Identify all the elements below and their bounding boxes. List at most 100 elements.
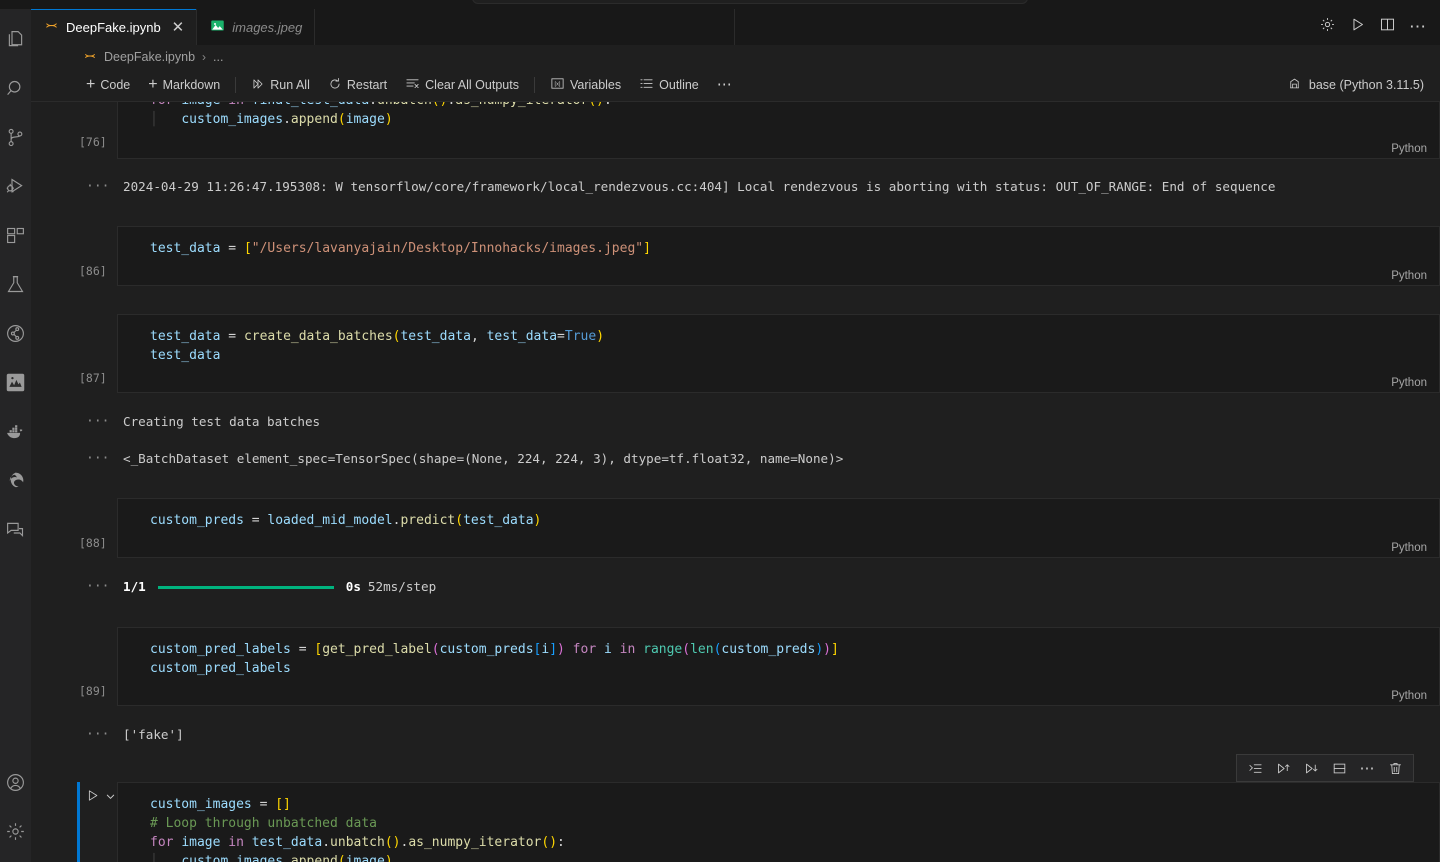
tab-label: images.jpeg — [232, 19, 303, 35]
notebook-cells-container[interactable]: for image in final_test_data.unbatch().a… — [31, 102, 1440, 862]
cell-code-editor[interactable]: test_data = create_data_batches(test_dat… — [117, 314, 1440, 393]
add-markdown-cell-button[interactable]: + Markdown — [139, 73, 229, 97]
outline-button[interactable]: Outline — [630, 73, 708, 97]
notebook-cell-81[interactable]: ⋯ custom_images = [] # Loop through unba… — [31, 754, 1440, 862]
cell-code-editor[interactable]: custom_images = [] # Loop through unbatc… — [117, 782, 1440, 862]
cell-language-label[interactable]: Python — [1391, 143, 1427, 155]
cell-language-label[interactable]: Python — [1391, 542, 1427, 554]
edge-tools-icon[interactable] — [0, 456, 31, 505]
variables-button[interactable]: [x] Variables — [541, 73, 630, 97]
jupyter-icon — [44, 18, 59, 36]
toolbar-divider — [533, 77, 535, 93]
run-above-icon[interactable] — [1269, 755, 1297, 781]
breadcrumb: DeepFake.ipynb › ... — [31, 45, 1440, 69]
image-file-icon — [210, 18, 225, 36]
delete-cell-icon[interactable] — [1381, 755, 1409, 781]
run-icon[interactable] — [1349, 16, 1366, 38]
chevron-down-icon[interactable] — [105, 789, 116, 807]
cell-source: custom_pred_labels = [get_pred_label(cus… — [150, 642, 839, 676]
toolbar-divider — [235, 77, 237, 93]
execute-above-cells-icon[interactable] — [1241, 755, 1269, 781]
search-icon[interactable] — [0, 64, 31, 113]
notebook-cell-86[interactable]: test_data = ["/Users/lavanyajain/Desktop… — [31, 226, 1440, 286]
accounts-icon[interactable] — [0, 758, 31, 807]
settings-gear-icon[interactable] — [0, 807, 31, 856]
kernel-icon — [1287, 76, 1302, 94]
output-collapse-dots[interactable]: ··· — [31, 413, 117, 431]
cell-code-editor[interactable]: custom_preds = loaded_mid_model.predict(… — [117, 498, 1440, 558]
split-editor-icon[interactable] — [1379, 16, 1396, 38]
breadcrumb-file[interactable]: DeepFake.ipynb — [104, 50, 195, 64]
cell-source: custom_images = [] # Loop through unbatc… — [150, 797, 565, 862]
progress-elapsed: 0s — [345, 579, 361, 594]
cell-source: test_data = ["/Users/lavanyajain/Desktop… — [150, 241, 651, 256]
cell-language-label[interactable]: Python — [1391, 270, 1427, 282]
vscode-window: DeepFake.ipynb ✕ images.jpeg ⋯ DeepFake.… — [0, 0, 1440, 862]
restart-button[interactable]: Restart — [319, 73, 396, 97]
notebook-cell-76[interactable]: for image in final_test_data.unbatch().a… — [31, 102, 1440, 196]
button-label: Outline — [659, 78, 699, 92]
tab-bar-empty — [735, 9, 1305, 45]
run-and-debug-icon[interactable] — [0, 162, 31, 211]
more-toolbar-actions[interactable]: ⋯ — [708, 73, 741, 97]
run-cell-button[interactable] — [85, 788, 116, 808]
tab-deepfake-ipynb[interactable]: DeepFake.ipynb ✕ — [31, 9, 198, 45]
button-label: Markdown — [162, 78, 221, 92]
cell-execution-count: [76] — [79, 135, 107, 149]
more-cell-actions-icon[interactable]: ⋯ — [1353, 755, 1381, 781]
more-actions-icon[interactable]: ⋯ — [1409, 18, 1426, 35]
docker-icon[interactable] — [0, 407, 31, 456]
breadcrumb-trailing[interactable]: ... — [213, 50, 223, 64]
run-all-button[interactable]: Run All — [242, 73, 319, 97]
progress-steps: 1/1 — [123, 579, 146, 594]
plus-icon: + — [86, 76, 96, 93]
notebook-toolbar: + Code + Markdown Run All Restart Clear … — [31, 69, 1440, 102]
split-cell-icon[interactable] — [1325, 755, 1353, 781]
close-icon[interactable]: ✕ — [172, 20, 185, 35]
source-control-icon[interactable] — [0, 113, 31, 162]
editor-area: DeepFake.ipynb ✕ images.jpeg ⋯ DeepFake.… — [31, 9, 1440, 862]
output-collapse-dots[interactable]: ··· — [31, 450, 117, 468]
svg-text:[x]: [x] — [554, 82, 560, 88]
progress-bar — [157, 585, 334, 589]
cell-code-editor[interactable]: for image in final_test_data.unbatch().a… — [117, 102, 1440, 159]
output-text: Creating test data batches — [123, 414, 321, 429]
more-icon: ⋯ — [716, 76, 732, 93]
testing-icon[interactable] — [0, 260, 31, 309]
command-center[interactable] — [472, 0, 1028, 4]
tab-images-jpeg[interactable]: images.jpeg — [197, 9, 316, 45]
output-collapse-dots[interactable]: ··· — [31, 578, 117, 596]
cell-language-label[interactable]: Python — [1391, 377, 1427, 389]
notebook-cell-89[interactable]: custom_pred_labels = [get_pred_label(cus… — [31, 627, 1440, 744]
cell-execution-count: [89] — [79, 684, 107, 698]
output-text: <_BatchDataset element_spec=TensorSpec(s… — [123, 451, 844, 466]
add-code-cell-button[interactable]: + Code — [77, 73, 139, 97]
activity-bar — [0, 9, 31, 862]
dependency-graph-icon[interactable] — [0, 309, 31, 358]
notebook-cell-88[interactable]: custom_preds = loaded_mid_model.predict(… — [31, 498, 1440, 596]
outline-icon — [639, 76, 654, 94]
extensions-icon[interactable] — [0, 211, 31, 260]
notebook-cell-87[interactable]: test_data = create_data_batches(test_dat… — [31, 314, 1440, 468]
cell-toolbar: ⋯ — [1236, 754, 1414, 782]
cell-output-result: ··· <_BatchDataset element_spec=TensorSp… — [31, 450, 1440, 468]
jupyter-icon — [83, 49, 97, 66]
cell-source: test_data = create_data_batches(test_dat… — [150, 329, 605, 363]
anaconda-icon[interactable] — [0, 358, 31, 407]
output-collapse-dots[interactable]: ··· — [31, 178, 117, 196]
cell-output-result: ··· ['fake'] — [31, 726, 1440, 744]
cell-execution-count: [87] — [79, 371, 107, 385]
output-collapse-dots[interactable]: ··· — [31, 726, 117, 744]
button-label: Variables — [569, 78, 622, 92]
progress-rate: 52ms/step — [367, 579, 437, 594]
chat-icon[interactable] — [0, 505, 31, 554]
cell-code-editor[interactable]: custom_pred_labels = [get_pred_label(cus… — [117, 627, 1440, 706]
gear-icon[interactable] — [1319, 16, 1336, 38]
explorer-icon[interactable] — [0, 15, 31, 64]
cell-language-label[interactable]: Python — [1391, 690, 1427, 702]
kernel-picker[interactable]: base (Python 3.11.5) — [1287, 76, 1430, 94]
cell-code-editor[interactable]: test_data = ["/Users/lavanyajain/Desktop… — [117, 226, 1440, 286]
run-below-icon[interactable] — [1297, 755, 1325, 781]
clear-all-outputs-button[interactable]: Clear All Outputs — [396, 73, 528, 97]
editor-actions: ⋯ — [1305, 9, 1440, 45]
